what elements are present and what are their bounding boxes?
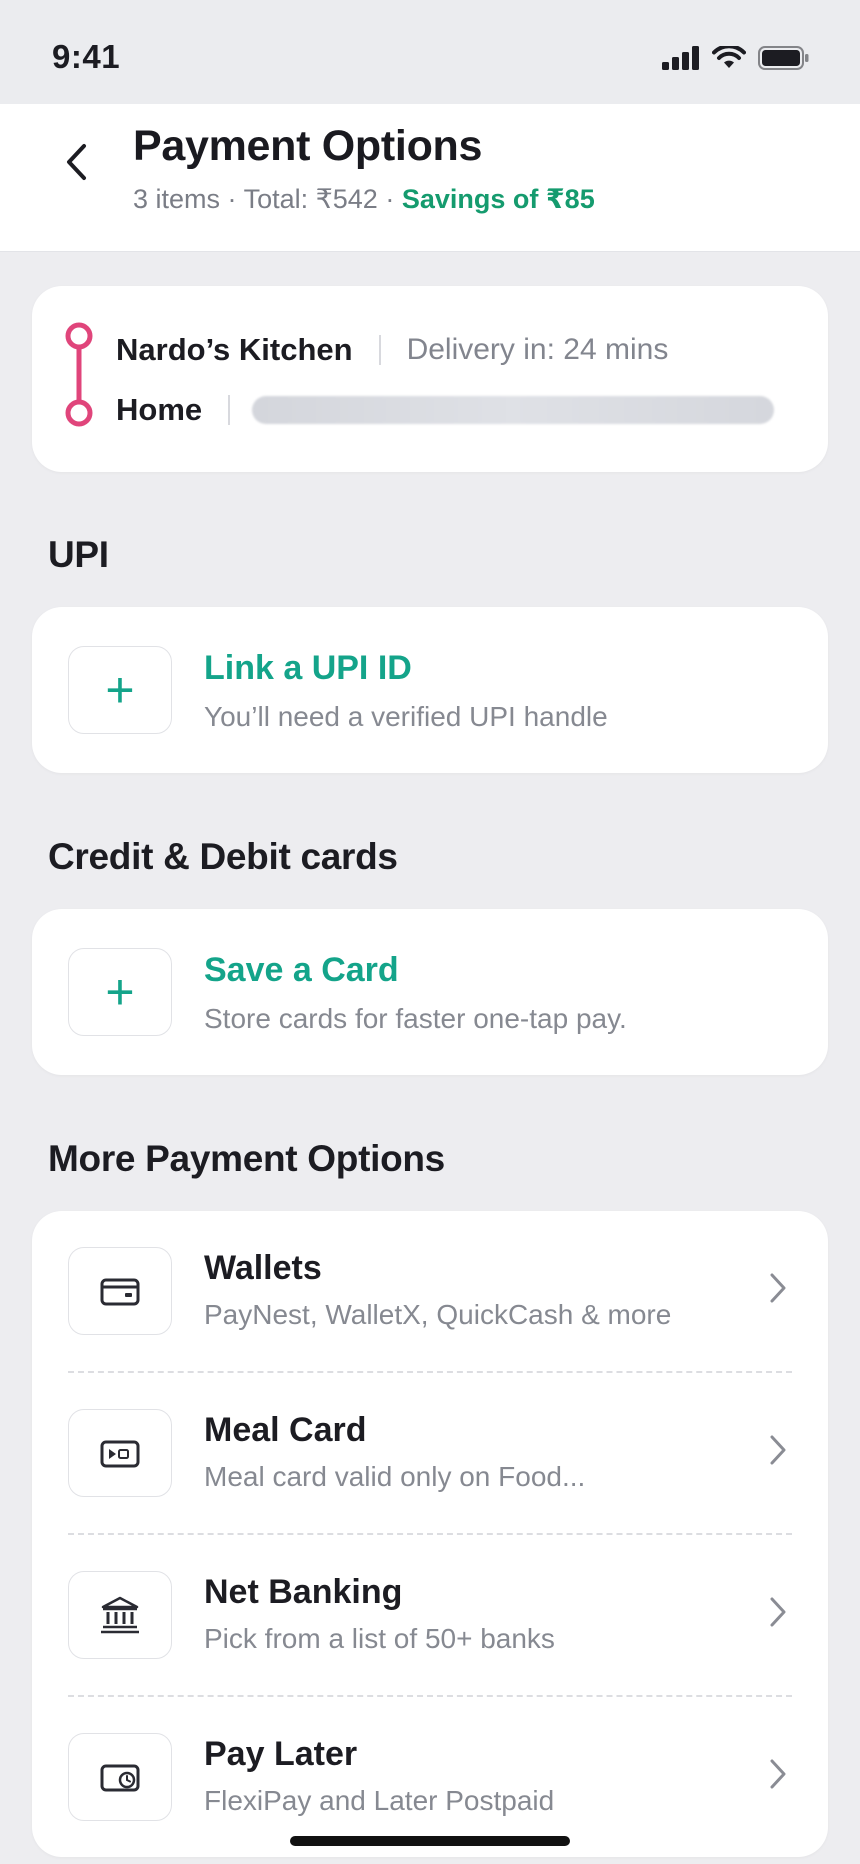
option-subtitle: PayNest, WalletX, QuickCash & more	[204, 1299, 672, 1330]
divider	[378, 335, 381, 365]
option-subtitle: Pick from a list of 50+ banks	[204, 1623, 555, 1654]
chevron-right-icon	[770, 1759, 786, 1789]
delivery-eta: Delivery in: 24 mins	[406, 333, 669, 366]
option-net-banking[interactable]: Net Banking Pick from a list of 50+ bank…	[32, 1535, 828, 1697]
item-count: 3 items	[133, 184, 221, 214]
option-title: Pay Later	[204, 1735, 358, 1773]
pay-later-icon	[100, 1764, 140, 1792]
chevron-right-icon	[770, 1273, 786, 1303]
more-options-card: Wallets PayNest, WalletX, QuickCash & mo…	[32, 1211, 828, 1857]
order-summary: 3 items · Total: ₹542 · Savings of ₹85	[133, 184, 595, 214]
meal-card-icon	[100, 1440, 140, 1468]
page-header: Payment Options 3 items · Total: ₹542 · …	[0, 104, 860, 252]
status-time: 9:41	[52, 38, 121, 75]
pay-later-icon-box	[68, 1733, 172, 1821]
order-total: Total: ₹542	[243, 184, 378, 214]
save-card-subtitle: Store cards for faster one-tap pay.	[204, 1003, 627, 1034]
option-meal-card[interactable]: Meal Card Meal card valid only on Food..…	[32, 1373, 828, 1535]
link-upi-subtitle: You’ll need a verified UPI handle	[204, 701, 608, 732]
status-bar: 9:41	[0, 0, 860, 104]
link-upi-card[interactable]: + Link a UPI ID You’ll need a verified U…	[32, 607, 828, 773]
cards-section-title: Credit & Debit cards	[48, 836, 398, 877]
pickup-row: Nardo’s Kitchen Delivery in: 24 mins	[116, 332, 668, 368]
bank-icon	[101, 1596, 139, 1634]
save-card-card[interactable]: + Save a Card Store cards for faster one…	[32, 909, 828, 1075]
home-indicator	[290, 1836, 570, 1846]
plus-icon: +	[105, 662, 135, 718]
blurred-address	[252, 396, 775, 424]
save-card-title: Save a Card	[204, 951, 399, 989]
link-upi-title: Link a UPI ID	[204, 649, 412, 687]
more-options-section-title: More Payment Options	[48, 1138, 445, 1179]
add-upi-icon-box: +	[68, 646, 172, 734]
status-icons	[662, 46, 810, 70]
plus-icon: +	[105, 964, 135, 1020]
bank-icon-box	[68, 1571, 172, 1659]
option-title: Wallets	[204, 1249, 322, 1287]
option-subtitle: Meal card valid only on Food...	[204, 1461, 586, 1492]
wallet-icon	[100, 1278, 140, 1306]
divider	[228, 395, 231, 425]
signal-icon	[662, 46, 699, 70]
restaurant-name: Nardo’s Kitchen	[116, 332, 353, 367]
wifi-icon	[712, 46, 746, 68]
add-card-icon-box: +	[68, 948, 172, 1036]
upi-section-title: UPI	[48, 534, 109, 575]
chevron-left-icon	[67, 144, 86, 180]
option-title: Net Banking	[204, 1573, 403, 1611]
option-title: Meal Card	[204, 1411, 367, 1449]
chevron-right-icon	[770, 1435, 786, 1465]
option-pay-later[interactable]: Pay Later FlexiPay and Later Postpaid	[32, 1697, 828, 1859]
page-title: Payment Options	[133, 122, 483, 170]
option-subtitle: FlexiPay and Later Postpaid	[204, 1785, 555, 1816]
meal-card-icon-box	[68, 1409, 172, 1497]
savings-text: Savings of ₹85	[401, 184, 595, 214]
back-button[interactable]	[52, 132, 100, 192]
destination-name: Home	[116, 392, 203, 427]
chevron-right-icon	[770, 1597, 786, 1627]
route-line-icon	[65, 322, 93, 427]
option-wallets[interactable]: Wallets PayNest, WalletX, QuickCash & mo…	[32, 1211, 828, 1373]
delivery-route-card: Nardo’s Kitchen Delivery in: 24 mins Hom…	[32, 286, 828, 472]
battery-icon	[758, 46, 809, 70]
dropoff-row: Home	[116, 392, 775, 428]
wallet-icon-box	[68, 1247, 172, 1335]
